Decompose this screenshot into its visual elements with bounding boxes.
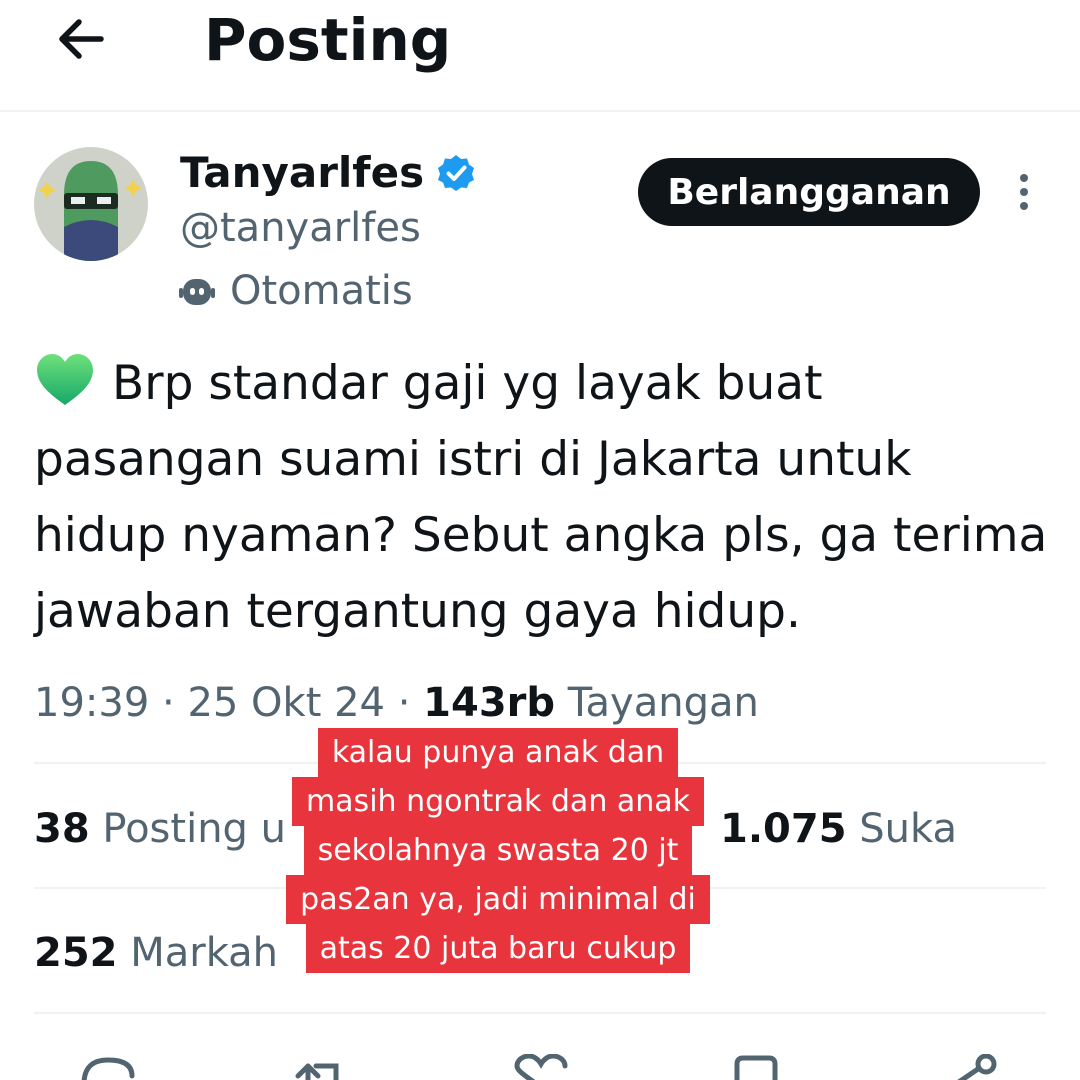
bookmarks-label: Markah (130, 930, 279, 976)
bookmarks-count: 252 (34, 930, 118, 976)
tweet-text: Brp standar gaji yg layak buat pasangan … (34, 356, 1048, 639)
automated-label-row[interactable]: Otomatis (178, 266, 413, 316)
automated-label: Otomatis (230, 268, 413, 314)
like-icon[interactable] (512, 1054, 570, 1080)
avatar[interactable] (34, 147, 148, 261)
likes-stat[interactable]: 1.075 Suka (720, 802, 957, 856)
caption-line: masih ngontrak dan anak (291, 777, 705, 826)
caption-line: atas 20 juta baru cukup (305, 924, 691, 973)
back-button[interactable] (50, 8, 112, 70)
reply-icon[interactable] (80, 1054, 136, 1080)
bookmarks-stat[interactable]: 252 Markah (34, 926, 278, 980)
avatar-image (34, 147, 148, 261)
subscribe-button[interactable]: Berlangganan (638, 158, 980, 226)
tweet-body: Brp standar gaji yg layak buat pasangan … (34, 346, 1054, 650)
more-options-button[interactable] (1004, 168, 1044, 216)
robot-icon (179, 279, 215, 305)
author-name-row[interactable]: Tanyarlfes (180, 146, 476, 200)
tweet-time[interactable]: 19:39 (34, 680, 149, 726)
caption-overlay: kalau punya anak dan masih ngontrak dan … (278, 728, 718, 973)
caption-line: kalau punya anak dan (317, 728, 679, 777)
caption-line: pas2an ya, jadi minimal di (286, 875, 710, 924)
reposts-count: 38 (34, 806, 90, 852)
likes-count: 1.075 (720, 806, 847, 852)
views-label: Tayangan (567, 680, 759, 726)
tweet-date[interactable]: 25 Okt 24 (187, 680, 385, 726)
reposts-label: Posting u (102, 806, 287, 852)
author-handle[interactable]: @tanyarlfes (180, 204, 421, 252)
verified-badge-icon (438, 155, 475, 191)
likes-label: Suka (859, 806, 957, 852)
more-vertical-icon (1020, 174, 1028, 182)
views-count: 143rb (423, 680, 556, 726)
author-name[interactable]: Tanyarlfes (180, 146, 424, 200)
divider (34, 1012, 1046, 1014)
caption-line: sekolahnya swasta 20 jt (303, 826, 693, 875)
bookmark-icon[interactable] (732, 1054, 780, 1080)
share-icon[interactable] (944, 1054, 1000, 1080)
tweet-meta: 19:39 · 25 Okt 24 · 143rb Tayangan (34, 680, 759, 726)
action-bar (0, 1040, 1080, 1080)
reposts-stat[interactable]: 38 Posting u (34, 802, 286, 856)
repost-icon[interactable] (292, 1054, 350, 1080)
page-title: Posting (204, 6, 452, 74)
green-heart-emoji (37, 354, 93, 405)
arrow-left-icon (59, 19, 104, 59)
top-bar: Posting (0, 0, 1080, 112)
